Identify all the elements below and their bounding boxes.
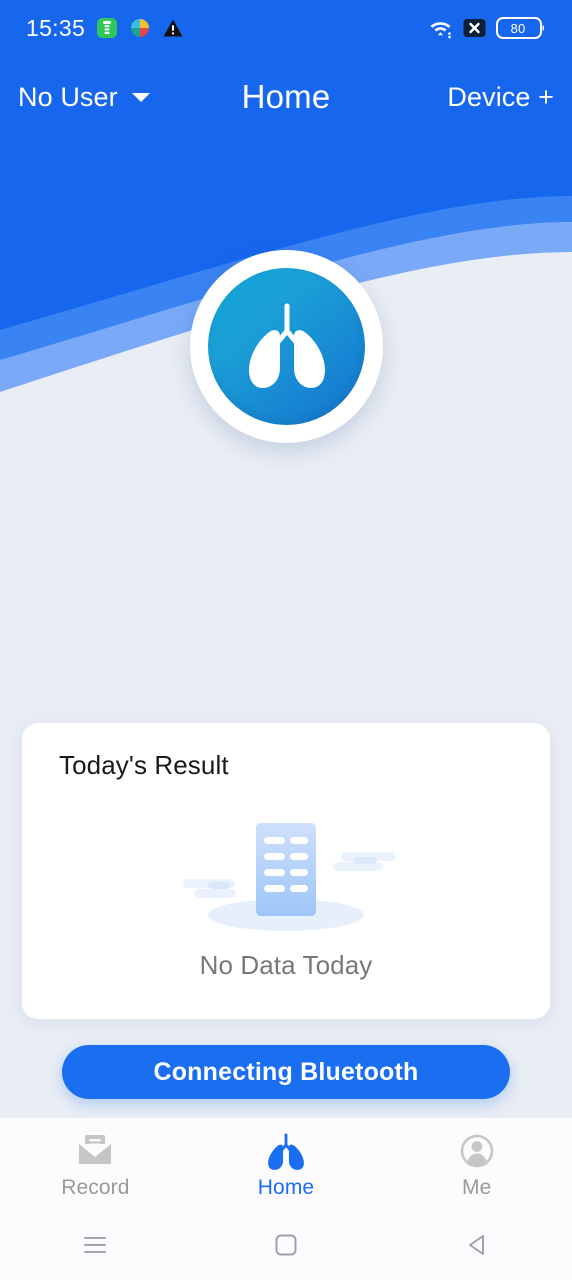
- umbrella-icon: [131, 19, 150, 37]
- tab-record[interactable]: Record: [0, 1118, 191, 1210]
- home-button[interactable]: [191, 1210, 382, 1280]
- lungs-icon: [268, 1133, 304, 1170]
- tab-me[interactable]: Me: [381, 1118, 572, 1210]
- chevron-down-icon: [131, 93, 150, 102]
- todays-result-card: Today's Result No Data Today: [22, 723, 550, 1019]
- tab-me-label: Me: [461, 1176, 492, 1199]
- envelope-icon: [79, 1135, 112, 1164]
- system-navigation-bar: [0, 1210, 572, 1280]
- status-clock: 15:35: [26, 14, 86, 41]
- status-bar-right: 80: [428, 17, 546, 39]
- warning-triangle-icon: [163, 19, 183, 37]
- no-signal-icon: [463, 19, 486, 37]
- status-bar-left: 15:35: [26, 15, 184, 42]
- tab-home[interactable]: Home: [191, 1118, 382, 1210]
- wifi-icon: [430, 22, 451, 39]
- recents-button[interactable]: [0, 1210, 191, 1280]
- battery-level-text: 80: [510, 20, 526, 36]
- back-button[interactable]: [381, 1210, 572, 1280]
- app-screen: 15:35 80 No User Home Device + Today's R…: [0, 0, 572, 1280]
- brand-logo[interactable]: [190, 250, 383, 443]
- connect-bluetooth-button[interactable]: Connecting Bluetooth: [62, 1045, 510, 1099]
- menu-icon: [84, 1237, 107, 1253]
- empty-state-text: No Data Today: [199, 950, 373, 980]
- user-selector[interactable]: No User: [18, 82, 153, 113]
- app-bar: No User Home Device +: [0, 62, 572, 132]
- status-bar: 15:35 80: [0, 0, 572, 56]
- clipboard-icon: [97, 18, 118, 38]
- add-device-button[interactable]: Device +: [447, 82, 554, 113]
- bottom-tab-bar: Record Home Me: [0, 1118, 572, 1210]
- square-icon: [275, 1234, 297, 1256]
- lungs-icon: [248, 303, 325, 388]
- empty-document-icon: [183, 823, 396, 931]
- battery-icon: 80: [496, 17, 546, 39]
- tab-home-label: Home: [257, 1176, 315, 1199]
- person-circle-icon: [460, 1134, 493, 1168]
- triangle-back-icon: [468, 1235, 484, 1255]
- card-title: Today's Result: [59, 750, 229, 780]
- brand-logo-circle: [208, 268, 365, 425]
- tab-record-label: Record: [61, 1176, 130, 1199]
- user-selector-label: No User: [18, 81, 118, 112]
